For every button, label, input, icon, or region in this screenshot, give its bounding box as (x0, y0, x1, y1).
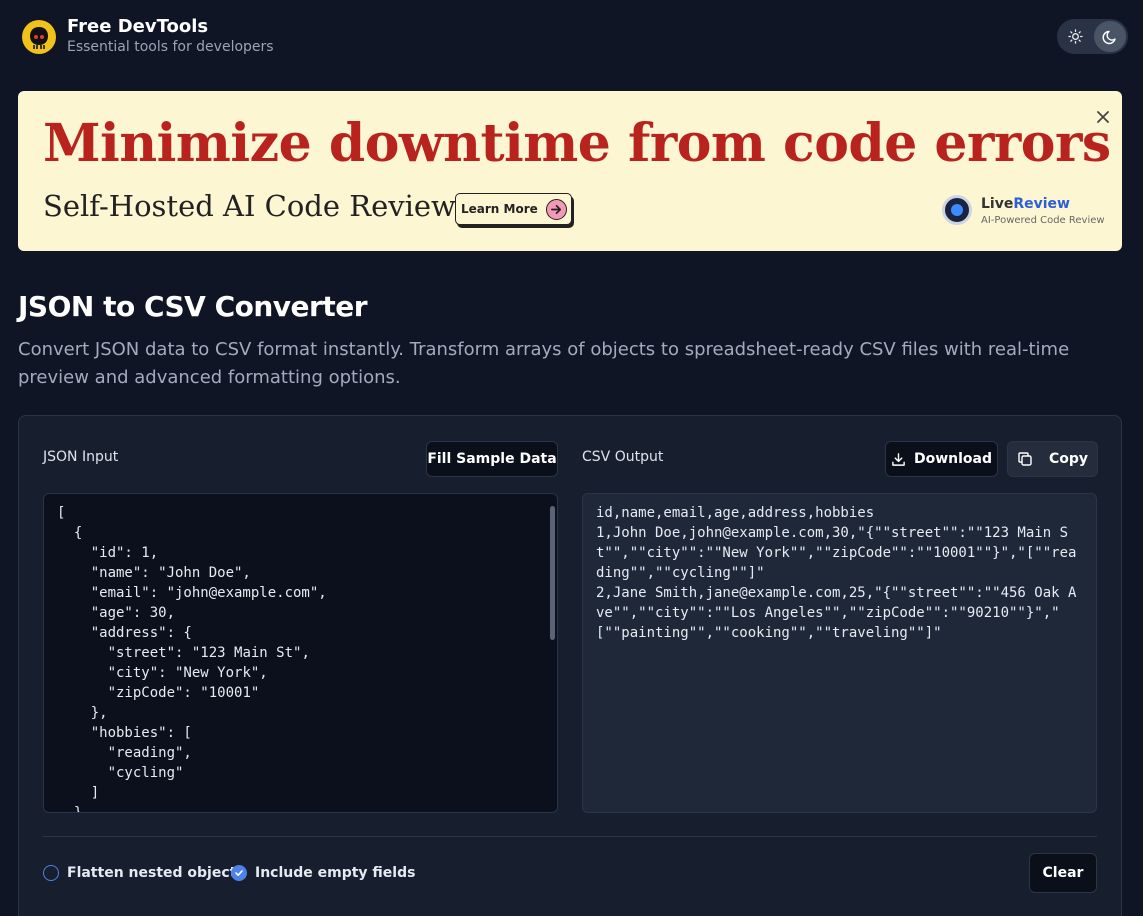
app-header: Free DevTools Essential tools for develo… (0, 0, 1143, 72)
csv-output-textarea[interactable]: id,name,email,age,address,hobbies 1,John… (582, 493, 1097, 813)
flatten-nested-checkbox[interactable] (43, 865, 59, 881)
app-title[interactable]: Free DevTools (67, 16, 208, 37)
include-empty-label: Include empty fields (255, 865, 416, 881)
check-icon (235, 870, 243, 876)
livereview-brand: LiveReview (981, 196, 1070, 212)
copy-icon (1018, 452, 1032, 466)
ad-subheadline: Self-Hosted AI Code Reviewer (43, 189, 487, 223)
ad-headline: Minimize downtime from code errors (43, 113, 1111, 174)
json-input-content: [ { "id": 1, "name": "John Doe", "email"… (57, 505, 327, 813)
csv-output-content: id,name,email,age,address,hobbies 1,John… (596, 505, 1077, 641)
theme-toggle[interactable] (1057, 19, 1128, 54)
github-logo-icon[interactable] (22, 20, 56, 54)
options-divider (43, 836, 1097, 837)
learn-more-label: Learn More (461, 202, 538, 216)
page-description: Convert JSON data to CSV format instantl… (18, 339, 1070, 388)
ad-banner[interactable]: Minimize downtime from code errors Self-… (18, 91, 1122, 251)
json-input-textarea[interactable]: [ { "id": 1, "name": "John Doe", "email"… (43, 493, 558, 813)
converter-panel: JSON Input Fill Sample Data CSV Output D… (18, 415, 1122, 916)
learn-more-button[interactable]: Learn More (455, 193, 572, 225)
flatten-nested-label: Flatten nested objects (67, 865, 245, 881)
dark-theme-button[interactable] (1094, 21, 1126, 52)
sun-icon (1067, 29, 1083, 44)
download-icon (892, 452, 905, 466)
brand-review: Review (1013, 196, 1070, 212)
fill-sample-data-button[interactable]: Fill Sample Data (426, 441, 558, 477)
close-icon[interactable] (1094, 108, 1112, 126)
flatten-nested-option[interactable]: Flatten nested objects (43, 865, 245, 881)
copy-button[interactable]: Copy (1007, 441, 1098, 477)
download-label: Download (913, 451, 993, 467)
livereview-tagline: AI-Powered Code Review (981, 215, 1105, 226)
include-empty-checkbox[interactable] (231, 865, 247, 881)
json-input-label: JSON Input (43, 449, 119, 465)
clear-button[interactable]: Clear (1029, 853, 1097, 893)
copy-label: Copy (1048, 451, 1089, 467)
input-scrollbar[interactable] (550, 506, 555, 640)
app-subtitle: Essential tools for developers (67, 39, 274, 55)
light-theme-button[interactable] (1059, 21, 1091, 52)
livereview-logo-icon (942, 195, 972, 225)
page-title: JSON to CSV Converter (18, 290, 368, 323)
include-empty-option[interactable]: Include empty fields (231, 865, 415, 881)
moon-icon (1102, 30, 1116, 44)
brand-live: Live (981, 196, 1014, 212)
csv-output-label: CSV Output (582, 449, 664, 465)
arrow-right-icon (545, 198, 567, 220)
download-button[interactable]: Download (885, 441, 998, 477)
